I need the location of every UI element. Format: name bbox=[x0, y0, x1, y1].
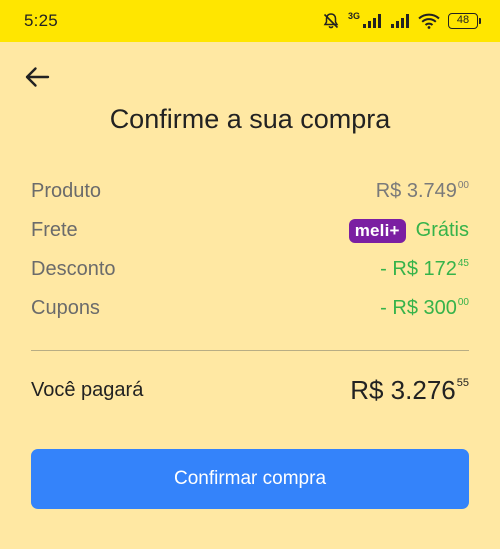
summary-row-cupons: Cupons - R$ 30000 bbox=[31, 289, 469, 328]
produto-value: R$ 3.74900 bbox=[376, 180, 469, 203]
summary-row-frete: Frete meli+ Grátis bbox=[31, 211, 469, 250]
total-row: Você pagará R$ 3.27655 bbox=[31, 375, 469, 406]
wifi-icon bbox=[418, 13, 440, 29]
summary-row-desconto: Desconto - R$ 17245 bbox=[31, 250, 469, 289]
desconto-cents: 45 bbox=[457, 258, 469, 269]
cupons-label: Cupons bbox=[31, 297, 100, 319]
summary-row-produto: Produto R$ 3.74900 bbox=[31, 172, 469, 211]
cupons-amount: - R$ 300 bbox=[380, 297, 457, 319]
produto-label: Produto bbox=[31, 180, 102, 202]
desconto-value: - R$ 17245 bbox=[380, 258, 469, 281]
produto-amount: R$ 3.749 bbox=[375, 180, 457, 202]
cupons-cents: 00 bbox=[457, 297, 469, 308]
back-button[interactable] bbox=[20, 60, 54, 94]
network-type-label: 3G bbox=[347, 11, 360, 21]
total-amount: R$ 3.276 bbox=[350, 375, 456, 405]
frete-value: meli+ Grátis bbox=[348, 218, 469, 243]
arrow-left-icon bbox=[25, 67, 50, 87]
cupons-value: - R$ 30000 bbox=[380, 297, 469, 320]
total-cents: 55 bbox=[456, 377, 469, 389]
total-label: Você pagará bbox=[31, 379, 144, 401]
desconto-amount: - R$ 172 bbox=[380, 258, 457, 280]
desconto-label: Desconto bbox=[31, 258, 116, 280]
produto-cents: 00 bbox=[457, 180, 469, 191]
status-icons: 3G 48 bbox=[322, 11, 481, 30]
muted-bell-icon bbox=[323, 13, 339, 29]
confirm-purchase-button[interactable]: Confirmar compra bbox=[31, 449, 469, 509]
frete-amount: Grátis bbox=[415, 219, 469, 241]
frete-label: Frete bbox=[31, 219, 78, 241]
page-title: Confirme a sua compra bbox=[109, 104, 391, 134]
signal-icon bbox=[363, 14, 381, 28]
status-time: 5:25 bbox=[24, 11, 58, 30]
total-value: R$ 3.27655 bbox=[350, 375, 469, 406]
battery-icon: 48 bbox=[448, 13, 481, 29]
meli-plus-badge: meli+ bbox=[348, 218, 406, 243]
status-bar: 5:25 3G 48 bbox=[0, 0, 500, 42]
order-summary: Produto R$ 3.74900 Frete meli+ Grátis De… bbox=[31, 172, 469, 328]
divider bbox=[31, 350, 469, 351]
signal-icon bbox=[391, 14, 409, 28]
battery-level: 48 bbox=[456, 14, 470, 26]
